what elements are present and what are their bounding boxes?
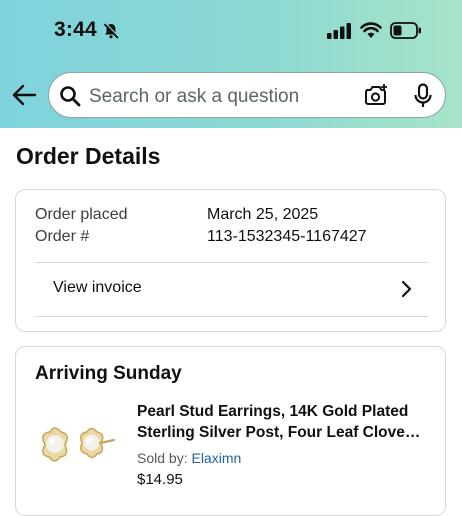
page-title: Order Details [16, 143, 161, 169]
earring-right-image [80, 427, 116, 459]
bell-slash-icon [102, 22, 120, 45]
signal-icon [327, 23, 353, 44]
back-arrow-icon[interactable] [11, 84, 37, 111]
search-bar[interactable]: Search or ask a question [48, 72, 446, 118]
order-number-value: 113-1532345-1167427 [207, 228, 367, 245]
shipment-card: Arriving Sunday Pearl Stud Earrings, 14K… [15, 346, 446, 516]
view-invoice-row[interactable]: View invoice [16, 262, 445, 316]
search-icon [59, 85, 81, 112]
app-header: 3:44 Search or ask a question [0, 0, 462, 128]
divider [35, 316, 428, 317]
delivery-status-heading: Arriving Sunday [35, 363, 182, 384]
status-time: 3:44 [54, 18, 97, 41]
battery-icon [390, 22, 422, 44]
microphone-icon[interactable] [413, 83, 433, 114]
product-image[interactable] [36, 421, 118, 469]
camera-icon[interactable] [363, 83, 389, 112]
wifi-icon [360, 21, 382, 44]
sold-by-label: Sold by: [137, 450, 188, 466]
search-input[interactable]: Search or ask a question [89, 86, 299, 108]
earring-left-image [42, 427, 68, 462]
order-number-label: Order # [35, 228, 90, 245]
chevron-right-icon [400, 280, 412, 303]
sold-by-line: Sold by: Elaximn [137, 450, 241, 466]
seller-link[interactable]: Elaximn [191, 450, 241, 466]
product-title-link[interactable]: Pearl Stud Earrings, 14K Gold Plated Ste… [137, 401, 433, 443]
order-placed-value: March 25, 2025 [207, 206, 319, 223]
product-price: $14.95 [137, 471, 183, 488]
view-invoice-label: View invoice [53, 279, 142, 296]
order-summary-card: Order placed March 25, 2025 Order # 113-… [15, 189, 446, 332]
order-placed-label: Order placed [35, 206, 128, 223]
